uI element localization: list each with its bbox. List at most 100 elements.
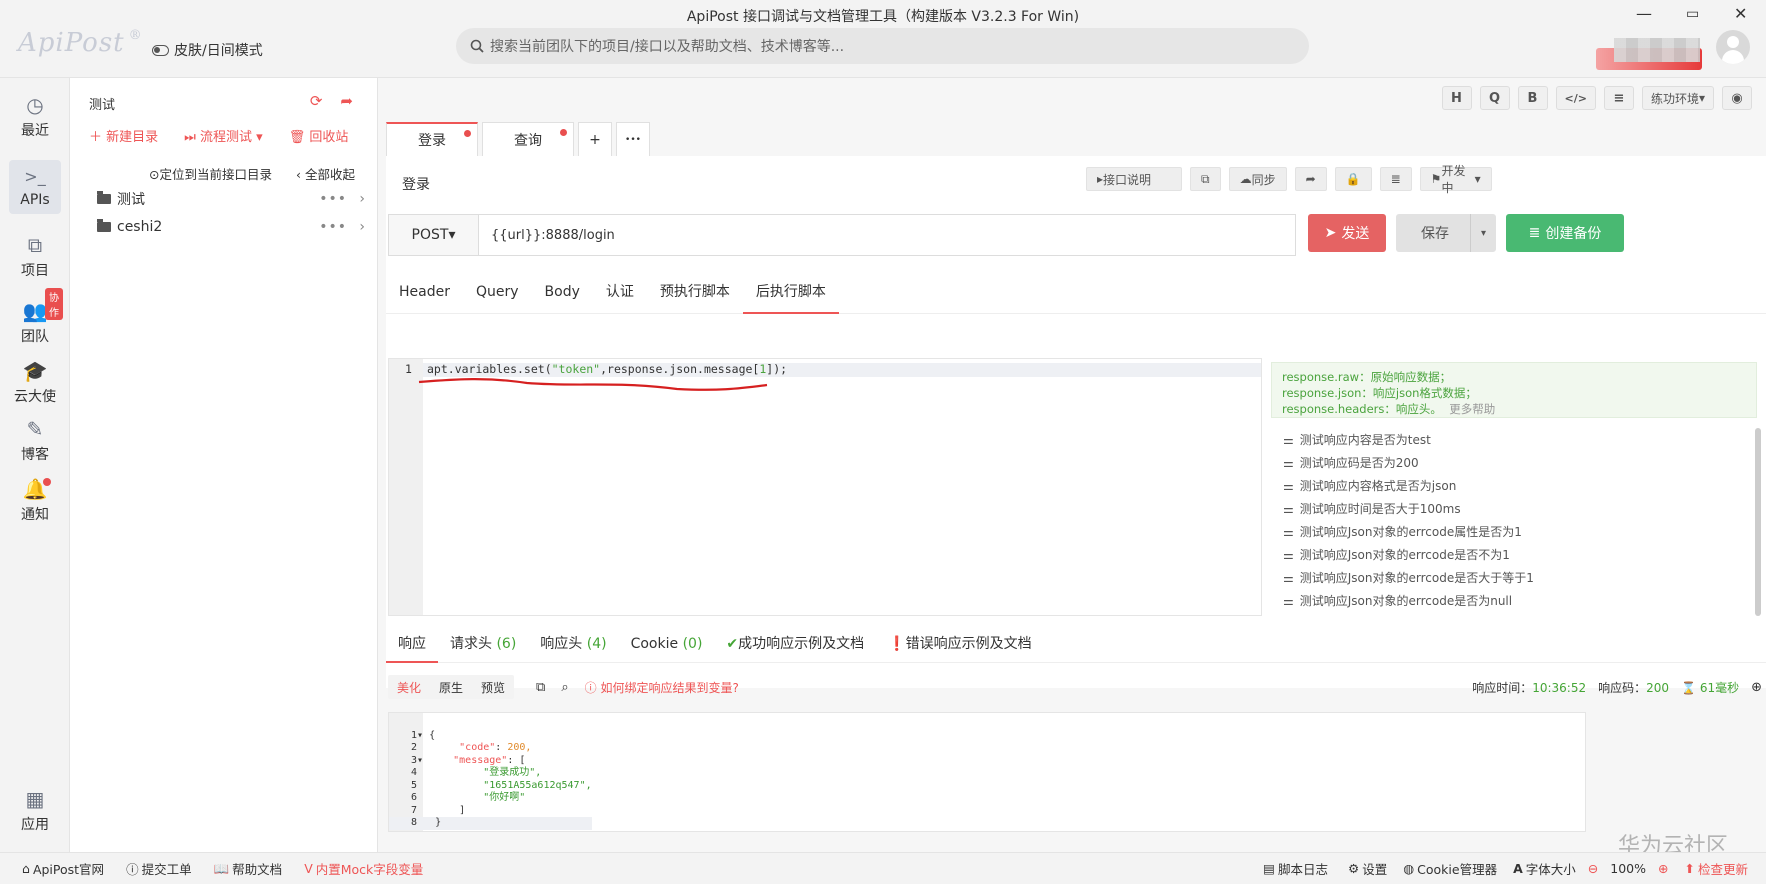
folder-item[interactable]: ceshi2 ••• ›	[97, 214, 367, 240]
snippet-item[interactable]: ⚌ 测试响应Json对象的errcode属性是否为1	[1271, 520, 1757, 543]
search-icon[interactable]: ⌕	[561, 680, 568, 695]
settings-button[interactable]: ≡	[1603, 86, 1634, 110]
tab-response-headers[interactable]: 响应头 (4)	[528, 625, 618, 663]
tab-header[interactable]: Header	[386, 270, 463, 314]
project-icon: ⧉	[27, 233, 43, 257]
search-icon	[470, 39, 484, 53]
close-icon[interactable]: ✕	[1734, 4, 1747, 23]
skin-toggle[interactable]: 皮肤/日间模式	[152, 40, 263, 60]
nav-project[interactable]: ⧉ 项目	[9, 228, 61, 282]
tab-request-headers[interactable]: 请求头 (6)	[438, 625, 528, 663]
tab-cookie[interactable]: Cookie (0)	[619, 625, 715, 663]
new-folder-button[interactable]: ＋ 新建目录	[89, 126, 158, 145]
snippet-item[interactable]: ⚌ 测试响应时间是否大于100ms	[1271, 497, 1757, 520]
more-icon[interactable]: •••	[319, 219, 347, 235]
snippet-item[interactable]: ⚌ 测试响应Json对象的errcode是否不为1	[1271, 543, 1757, 566]
expand-icon[interactable]: ⊕	[1751, 680, 1762, 695]
bind-help-link[interactable]: ⓘ 如何绑定响应结果到变量?	[585, 679, 739, 696]
script-log-button[interactable]: ▤ 脚本日志	[1263, 859, 1328, 878]
nav-notify[interactable]: 🔔 通知	[9, 472, 61, 526]
nav-team[interactable]: 协作 👥 团队	[9, 288, 63, 348]
more-help-link[interactable]: 更多帮助	[1449, 402, 1495, 416]
tab-login[interactable]: 登录	[386, 122, 478, 156]
mock-vars-link[interactable]: V 内置Mock字段变量	[304, 859, 423, 878]
snippet-item[interactable]: ⚌ 测试响应内容是否为test	[1271, 428, 1757, 451]
nav-apis[interactable]: >_ APIs	[9, 160, 61, 214]
tab-query[interactable]: 查询	[482, 122, 574, 156]
status-select[interactable]: ⚑ 开发中 ▾	[1419, 164, 1492, 195]
unsaved-dot	[560, 129, 567, 136]
more-icon[interactable]: •••	[319, 191, 347, 207]
minimize-icon[interactable]: —	[1636, 4, 1652, 23]
mode-pretty[interactable]: 美化	[388, 679, 430, 696]
eye-icon[interactable]: ◉	[1722, 86, 1752, 110]
recycle-button[interactable]: 🗑 回收站	[289, 126, 349, 145]
snippet-item[interactable]: ⚌ 测试响应Json对象的errcode是否为null	[1271, 589, 1757, 612]
avatar[interactable]	[1716, 30, 1750, 64]
maximize-icon[interactable]: ▭	[1686, 6, 1699, 22]
check-update-button[interactable]: ⬆ 检查更新	[1685, 859, 1749, 878]
code-button[interactable]: </>	[1555, 86, 1596, 110]
folder-item[interactable]: 测试 ••• ›	[97, 186, 367, 212]
nav-blog[interactable]: ✎ 博客	[9, 412, 61, 466]
submit-ticket-link[interactable]: ⓘ 提交工单	[126, 859, 192, 878]
snippet-item[interactable]: ⚌ 测试响应内容格式是否为json	[1271, 474, 1757, 497]
script-editor[interactable]: 1 apt.variables.set("token",response.jso…	[388, 358, 1262, 616]
copy-icon[interactable]: ⧉	[536, 680, 545, 695]
database-icon[interactable]: ≣	[1379, 167, 1412, 191]
settings-button[interactable]: ⚙ 设置	[1348, 859, 1387, 878]
api-doc-button[interactable]: ▸ 接口说明	[1086, 167, 1182, 191]
send-button[interactable]: ➤ 发送	[1308, 214, 1386, 252]
snippet-item[interactable]: ⚌ 测试响应码是否为200	[1271, 451, 1757, 474]
help-doc-link[interactable]: 📖 帮助文档	[214, 859, 283, 878]
snippet-scrollbar[interactable]	[1755, 428, 1761, 616]
nav-recent[interactable]: ◷ 最近	[9, 88, 61, 142]
nav-apps[interactable]: ▦ 应用	[9, 782, 61, 836]
sliders-icon: ⚌	[1283, 524, 1294, 539]
quote-button[interactable]: Q	[1479, 86, 1510, 110]
save-button[interactable]: 保存 ▾	[1396, 214, 1496, 252]
method-select[interactable]: POST ▾	[388, 214, 479, 256]
bold-button[interactable]: B	[1517, 86, 1548, 110]
tab-post-script[interactable]: 后执行脚本	[742, 270, 839, 314]
cookie-manager-button[interactable]: ◍ Cookie管理器	[1403, 859, 1497, 878]
url-input[interactable]: {{url}}:8888/login	[478, 214, 1296, 256]
response-body-viewer[interactable]: 1▾ {2 "code": 200, 3▾ "message": [4 "登录成功…	[388, 712, 1586, 832]
tab-query-params[interactable]: Query	[463, 270, 532, 314]
global-search-input[interactable]: 搜索当前团队下的项目/接口以及帮助文档、技术博客等...	[456, 28, 1309, 64]
window-title: ApiPost 接口调试与文档管理工具（构建版本 V3.2.3 For Win)	[686, 9, 1080, 25]
tab-response[interactable]: 响应	[386, 625, 438, 663]
snippet-item[interactable]: ⚌ 测试响应Json对象的errcode是否大于等于1	[1271, 566, 1757, 589]
flow-test-button[interactable]: ⏭ 流程测试 ▾	[184, 126, 263, 145]
mode-raw[interactable]: 原生	[430, 679, 472, 696]
tab-success-example[interactable]: ✔成功响应示例及文档	[714, 625, 876, 663]
sliders-icon: ⚌	[1283, 593, 1294, 608]
collapse-all-button[interactable]: ‹ 全部收起	[296, 164, 355, 183]
zoom-in-icon[interactable]: ⊕	[1658, 861, 1668, 876]
locate-button[interactable]: ⊙定位到当前接口目录	[149, 164, 272, 183]
sync-button[interactable]: ☁ 同步	[1228, 167, 1287, 191]
main-area: H Q B </> ≡ 练功环境 ▾ ◉ 登录 查询 + ••• 登录 ▸ 接口说…	[378, 78, 1766, 852]
chevron-right-icon[interactable]: ›	[359, 219, 365, 235]
tab-pre-script[interactable]: 预执行脚本	[647, 270, 743, 314]
heading-button[interactable]: H	[1441, 86, 1472, 110]
tab-auth[interactable]: 认证	[593, 270, 647, 314]
copy-icon[interactable]: ⧉	[1190, 167, 1221, 191]
lock-icon[interactable]: 🔒	[1334, 167, 1372, 191]
chevron-right-icon[interactable]: ›	[359, 191, 365, 207]
save-dropdown[interactable]: ▾	[1470, 214, 1496, 252]
tab-body[interactable]: Body	[532, 270, 593, 314]
collab-badge: 协作	[45, 288, 63, 320]
nav-ambassador[interactable]: 🎓 云大使	[9, 354, 61, 408]
share-icon[interactable]: ➦	[340, 92, 353, 110]
env-select[interactable]: 练功环境 ▾	[1641, 86, 1714, 110]
zoom-out-icon[interactable]: ⊖	[1588, 861, 1598, 876]
tab-more-button[interactable]: •••	[616, 122, 650, 156]
refresh-icon[interactable]: ⟳	[310, 92, 323, 110]
add-tab-button[interactable]: +	[578, 122, 612, 156]
mode-preview[interactable]: 预览	[472, 679, 514, 696]
tab-error-example[interactable]: ❗错误响应示例及文档	[876, 625, 1043, 663]
share-icon[interactable]: ➦	[1294, 167, 1327, 191]
official-site-link[interactable]: ⌂ ApiPost官网	[22, 859, 104, 878]
backup-button[interactable]: ≣ 创建备份	[1506, 214, 1624, 252]
